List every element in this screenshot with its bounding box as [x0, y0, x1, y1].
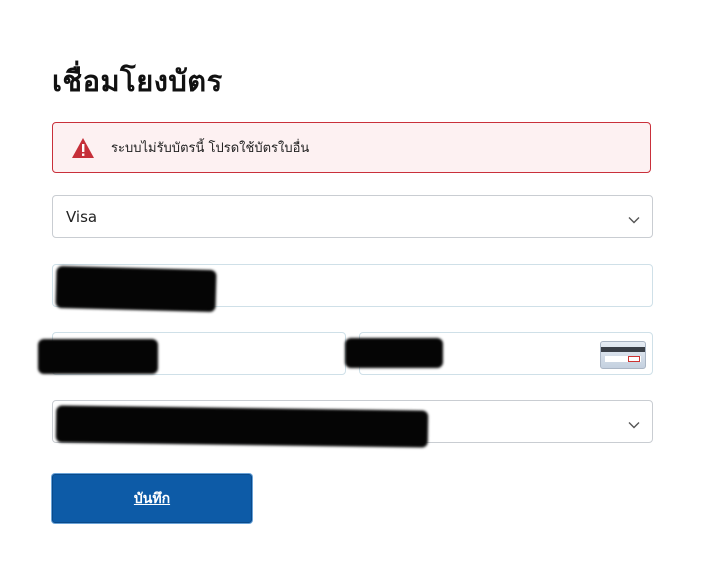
card-type-select[interactable]: Visa — [52, 195, 653, 238]
redacted-expiry — [38, 339, 158, 374]
warning-triangle-icon — [71, 137, 95, 159]
chevron-down-icon — [628, 416, 640, 428]
alert-message: ระบบไม่รับบัตรนี้ โปรดใช้บัตรใบอื่น — [111, 141, 310, 156]
card-cvv-icon — [600, 341, 646, 369]
card-type-value: Visa — [66, 207, 98, 226]
redacted-card-number — [55, 265, 217, 313]
redacted-select-value — [55, 405, 429, 448]
save-button[interactable]: บันทึก — [52, 474, 252, 523]
redacted-cvv — [345, 338, 443, 368]
chevron-down-icon — [628, 211, 640, 223]
page-title: เชื่อมโยงบัตร — [52, 64, 223, 98]
error-alert: ระบบไม่รับบัตรนี้ โปรดใช้บัตรใบอื่น — [52, 122, 651, 173]
